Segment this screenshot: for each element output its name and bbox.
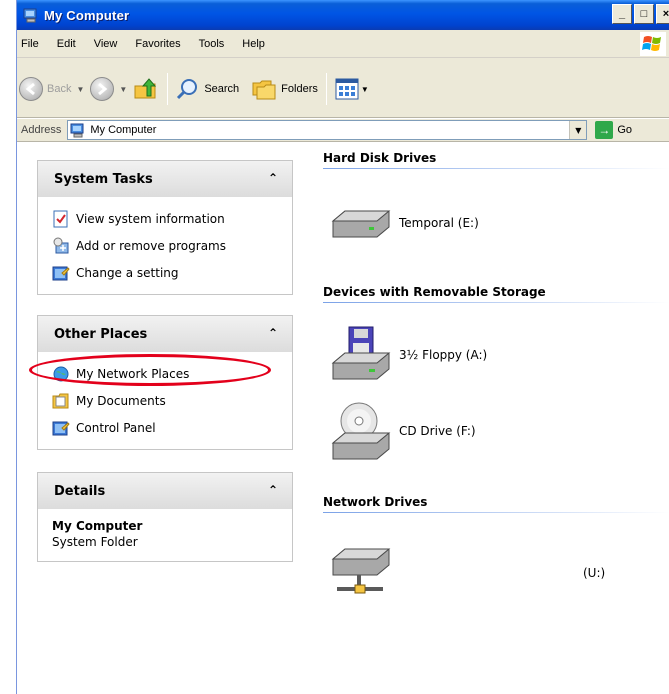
views-button[interactable]: ▼ [335, 78, 369, 100]
other-places-header[interactable]: Other Places ⌃ [38, 316, 292, 352]
network-drive-icon [331, 548, 391, 594]
my-documents-icon [52, 393, 69, 408]
group-removable-storage: Devices with Removable Storage [323, 285, 546, 299]
collapse-chevron-icon[interactable]: ⌃ [268, 326, 278, 340]
system-tasks-header[interactable]: System Tasks ⌃ [38, 161, 292, 197]
drive-temporal-e[interactable]: Temporal (E:) [329, 205, 479, 241]
address-bar: Address My Computer ▼ → Go [17, 118, 669, 142]
address-input[interactable]: My Computer ▼ [67, 120, 588, 140]
search-button[interactable]: Search [176, 77, 239, 101]
menu-favorites[interactable]: Favorites [126, 38, 189, 50]
details-panel: Details ⌃ My Computer System Folder [37, 472, 293, 562]
task-add-remove-programs[interactable]: Add or remove programs [52, 232, 292, 259]
address-dropdown-icon[interactable]: ▼ [569, 121, 587, 139]
collapse-chevron-icon[interactable]: ⌃ [268, 171, 278, 185]
my-computer-icon [70, 123, 84, 138]
close-button[interactable]: × [656, 4, 669, 24]
group-divider [323, 302, 669, 303]
up-folder-button[interactable] [133, 76, 159, 102]
menu-tools[interactable]: Tools [190, 38, 234, 50]
back-button[interactable]: Back ▼ [19, 77, 84, 101]
search-icon [177, 79, 198, 100]
window-title: My Computer [44, 7, 130, 23]
collapse-chevron-icon[interactable]: ⌃ [268, 483, 278, 497]
title-bar[interactable]: My Computer _ □ × [17, 0, 669, 30]
add-remove-programs-icon [53, 237, 69, 253]
cd-drive-icon [331, 402, 391, 460]
address-value: My Computer [90, 124, 157, 136]
menu-bar: File Edit View Favorites Tools Help [17, 30, 669, 58]
details-type: System Folder [52, 535, 138, 549]
forward-arrow-icon [90, 77, 115, 101]
my-computer-window: My Computer _ □ × File Edit View Favorit… [16, 0, 669, 694]
address-label: Address [21, 124, 62, 136]
toolbar-separator [325, 73, 327, 105]
windows-logo-icon [640, 32, 666, 56]
views-icon [335, 78, 359, 100]
system-info-icon [53, 210, 68, 227]
go-arrow-icon: → [595, 121, 614, 139]
system-tasks-panel: System Tasks ⌃ View system information A… [37, 160, 293, 295]
details-name: My Computer [52, 519, 143, 533]
maximize-button[interactable]: □ [634, 4, 654, 24]
drive-cd-f[interactable]: CD Drive (F:) [329, 399, 476, 463]
back-arrow-icon [19, 77, 43, 101]
views-dropdown-icon[interactable]: ▼ [361, 85, 369, 94]
task-pane: System Tasks ⌃ View system information A… [17, 143, 311, 694]
forward-button[interactable]: ▼ [90, 77, 127, 101]
toolbar-separator [167, 73, 169, 105]
task-change-a-setting[interactable]: Change a setting [52, 259, 292, 286]
drives-view: Hard Disk Drives Temporal (E:) Devices w… [311, 143, 669, 694]
red-highlight-circle [29, 354, 271, 386]
go-button[interactable]: → Go [595, 121, 632, 139]
menu-view[interactable]: View [85, 38, 127, 50]
minimize-button[interactable]: _ [612, 4, 632, 24]
my-computer-icon [23, 8, 37, 23]
up-folder-icon [134, 78, 157, 99]
group-hard-disk-drives: Hard Disk Drives [323, 151, 437, 165]
details-header[interactable]: Details ⌃ [38, 473, 292, 509]
place-my-documents[interactable]: My Documents [52, 387, 292, 414]
group-divider [323, 168, 669, 169]
group-network-drives: Network Drives [323, 495, 428, 509]
group-divider [323, 512, 669, 513]
forward-dropdown-icon[interactable]: ▼ [119, 85, 127, 94]
task-view-system-information[interactable]: View system information [52, 205, 292, 232]
menu-edit[interactable]: Edit [48, 38, 85, 50]
floppy-drive-icon [331, 326, 391, 380]
hard-drive-icon [331, 210, 391, 238]
back-dropdown-icon[interactable]: ▼ [76, 85, 84, 94]
menu-help[interactable]: Help [233, 38, 274, 50]
place-control-panel[interactable]: Control Panel [52, 414, 292, 441]
drive-floppy-a[interactable]: 3½ Floppy (A:) [329, 323, 487, 387]
control-panel-icon [52, 421, 70, 435]
standard-toolbar: Back ▼ ▼ Search Folders ▼ [17, 58, 669, 118]
folders-icon [252, 80, 276, 100]
drive-network-u[interactable]: (U:) [329, 541, 605, 605]
control-panel-icon [52, 266, 70, 280]
content-area: System Tasks ⌃ View system information A… [17, 143, 669, 694]
folders-button[interactable]: Folders [251, 77, 318, 101]
menu-file[interactable]: File [17, 38, 48, 50]
